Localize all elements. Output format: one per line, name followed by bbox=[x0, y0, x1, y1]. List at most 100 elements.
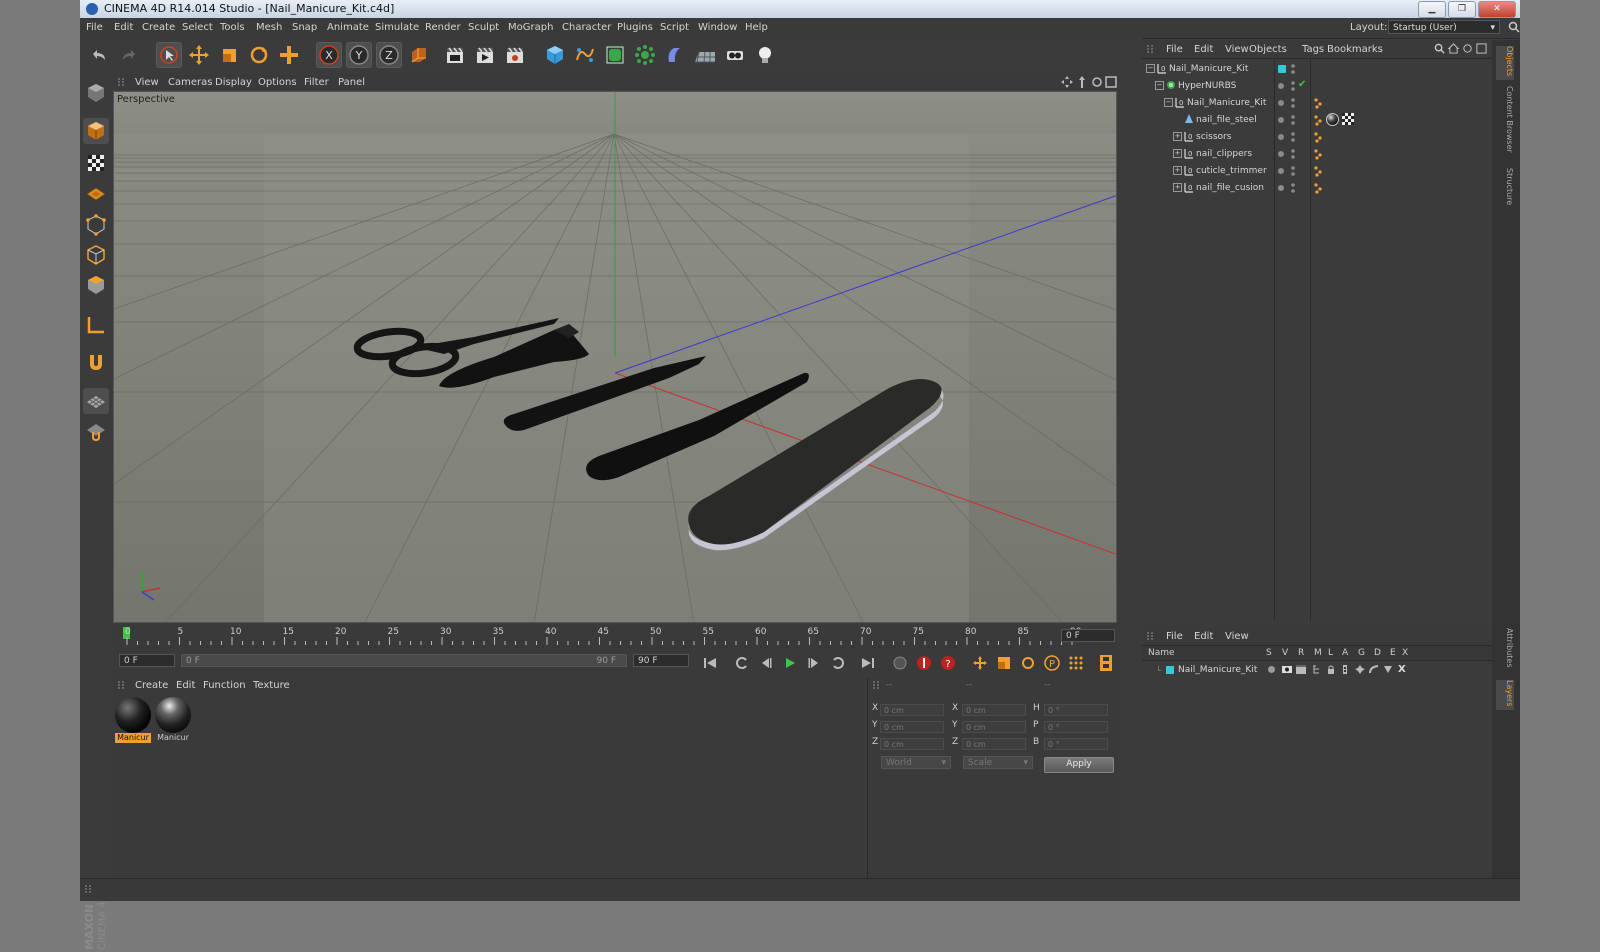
object-menu-edit[interactable]: Edit bbox=[1194, 44, 1213, 55]
collapse-toggle-icon[interactable]: − bbox=[1146, 64, 1155, 73]
menu-create[interactable]: Create bbox=[142, 22, 175, 33]
side-tab-objects[interactable]: Objects bbox=[1496, 46, 1514, 80]
viewport-menu-options[interactable]: Options bbox=[258, 77, 297, 88]
expand-toggle-icon[interactable]: + bbox=[1173, 132, 1182, 141]
visibility-toggle-icon[interactable] bbox=[1290, 97, 1296, 112]
object-name[interactable]: scissors bbox=[1196, 132, 1231, 142]
current-frame-field[interactable]: 0 F bbox=[1061, 629, 1115, 642]
menu-tools[interactable]: Tools bbox=[220, 22, 245, 33]
layout-dropdown[interactable]: Startup (User) ▾ bbox=[1388, 20, 1500, 34]
rotation-field[interactable]: 0 ° bbox=[1044, 738, 1108, 750]
material-menu-function[interactable]: Function bbox=[203, 680, 246, 691]
object-menu-bookmarks[interactable]: Bookmarks bbox=[1327, 44, 1383, 55]
perspective-viewport[interactable]: Perspective bbox=[113, 91, 1117, 623]
search-icon[interactable] bbox=[1434, 43, 1445, 57]
lock-icon[interactable] bbox=[1327, 665, 1335, 677]
last-tool-button[interactable] bbox=[276, 42, 302, 68]
record-position-button[interactable] bbox=[891, 654, 909, 672]
layer-column-header[interactable]: E bbox=[1390, 648, 1396, 658]
collapse-icon[interactable] bbox=[1462, 43, 1473, 57]
y-axis-button[interactable]: Y bbox=[346, 42, 372, 68]
play-button[interactable] bbox=[781, 654, 799, 672]
expand-toggle-icon[interactable]: + bbox=[1173, 183, 1182, 192]
move-tool-button[interactable] bbox=[186, 42, 212, 68]
enabled-check-icon[interactable]: ✔ bbox=[1298, 79, 1306, 90]
animation-icon[interactable] bbox=[1341, 665, 1349, 677]
side-tab-layers[interactable]: Layers bbox=[1496, 680, 1514, 710]
expand-toggle-icon[interactable]: + bbox=[1173, 149, 1182, 158]
eye-icon[interactable] bbox=[1282, 665, 1292, 677]
material-swatch[interactable]: Manicur bbox=[155, 697, 191, 743]
camera-button[interactable] bbox=[722, 42, 748, 68]
layer-dot[interactable] bbox=[1278, 83, 1284, 89]
z-axis-button[interactable]: Z bbox=[376, 42, 402, 68]
deformers-icon[interactable] bbox=[1369, 665, 1379, 677]
layer-dot[interactable] bbox=[1278, 151, 1284, 157]
timeline-ruler[interactable]: 051015202530354045505560657075808590 0 F bbox=[113, 625, 1117, 649]
manager-icon[interactable] bbox=[1312, 665, 1322, 677]
size-field[interactable]: 0 cm bbox=[962, 738, 1026, 750]
snap-button[interactable] bbox=[83, 350, 109, 376]
collapse-toggle-icon[interactable]: − bbox=[1164, 98, 1173, 107]
expressions-icon[interactable] bbox=[1383, 665, 1393, 677]
viewport-menu-filter[interactable]: Filter bbox=[304, 77, 329, 88]
object-row[interactable]: nail_file_steel bbox=[1142, 112, 1492, 129]
visibility-toggle-icon[interactable] bbox=[1290, 131, 1296, 146]
search-icon[interactable] bbox=[1508, 21, 1520, 36]
menu-edit[interactable]: Edit bbox=[114, 22, 133, 33]
phong-tag-icon[interactable] bbox=[1314, 165, 1322, 180]
layer-row[interactable]: └ Nail_Manicure_Kit X bbox=[1142, 663, 1492, 677]
layer-dot[interactable] bbox=[1278, 168, 1284, 174]
size-field[interactable]: 0 cm bbox=[962, 704, 1026, 716]
visibility-toggle-icon[interactable] bbox=[1290, 114, 1296, 129]
layer-column-header[interactable]: R bbox=[1298, 648, 1304, 658]
menu-script[interactable]: Script bbox=[660, 22, 689, 33]
layer-column-header[interactable]: M bbox=[1314, 648, 1322, 658]
object-menu-file[interactable]: File bbox=[1166, 44, 1183, 55]
redo-button[interactable] bbox=[116, 42, 142, 68]
menu-snap[interactable]: Snap bbox=[292, 22, 317, 33]
polygons-mode-button[interactable] bbox=[83, 272, 109, 298]
viewport-move-icon[interactable] bbox=[1061, 76, 1073, 91]
start-frame-field[interactable]: 0 F bbox=[119, 654, 175, 667]
material-menu-texture[interactable]: Texture bbox=[253, 680, 290, 691]
object-row[interactable]: +0 scissors bbox=[1142, 129, 1492, 146]
nurbs-button[interactable] bbox=[602, 42, 628, 68]
menu-character[interactable]: Character bbox=[562, 22, 611, 33]
size-field[interactable]: 0 cm bbox=[962, 721, 1026, 733]
expand-toggle-icon[interactable]: + bbox=[1173, 166, 1182, 175]
home-icon[interactable] bbox=[1447, 43, 1460, 57]
layer-column-header[interactable]: X bbox=[1402, 648, 1408, 658]
go-to-end-button[interactable] bbox=[859, 654, 877, 672]
minimize-button[interactable]: ▁ bbox=[1418, 1, 1446, 18]
menu-simulate[interactable]: Simulate bbox=[375, 22, 419, 33]
visibility-toggle-icon[interactable] bbox=[1290, 80, 1296, 95]
object-name[interactable]: nail_file_cusion bbox=[1196, 183, 1264, 193]
points-mode-button[interactable] bbox=[83, 212, 109, 238]
edges-mode-button[interactable] bbox=[83, 242, 109, 268]
viewport-rotate-icon[interactable] bbox=[1091, 76, 1103, 91]
key-rotation-button[interactable] bbox=[1019, 654, 1037, 672]
object-name[interactable]: Nail_Manicure_Kit bbox=[1169, 64, 1248, 74]
layer-menu-view[interactable]: View bbox=[1225, 631, 1249, 642]
texture-tag-icon[interactable] bbox=[1342, 113, 1354, 128]
live-selection-button[interactable] bbox=[156, 42, 182, 68]
object-name[interactable]: HyperNURBS bbox=[1178, 81, 1236, 91]
visibility-toggle-icon[interactable] bbox=[1290, 148, 1296, 163]
layer-column-header[interactable]: L bbox=[1328, 648, 1333, 658]
layer-menu-edit[interactable]: Edit bbox=[1194, 631, 1213, 642]
layer-color-swatch[interactable] bbox=[1166, 666, 1174, 674]
visibility-toggle-icon[interactable] bbox=[1290, 182, 1296, 197]
layer-column-header[interactable]: S bbox=[1266, 648, 1272, 658]
side-tab-structure[interactable]: Structure bbox=[1496, 168, 1514, 214]
object-row[interactable]: − HyperNURBS ✔ bbox=[1142, 78, 1492, 95]
record-button[interactable] bbox=[915, 654, 933, 672]
menu-animate[interactable]: Animate bbox=[327, 22, 369, 33]
menu-select[interactable]: Select bbox=[182, 22, 213, 33]
make-editable-button[interactable] bbox=[83, 80, 109, 106]
menu-render[interactable]: Render bbox=[425, 22, 461, 33]
previous-frame-button[interactable] bbox=[757, 654, 775, 672]
next-key-button[interactable] bbox=[829, 654, 847, 672]
layer-dot[interactable] bbox=[1278, 117, 1284, 123]
key-scale-button[interactable] bbox=[995, 654, 1013, 672]
